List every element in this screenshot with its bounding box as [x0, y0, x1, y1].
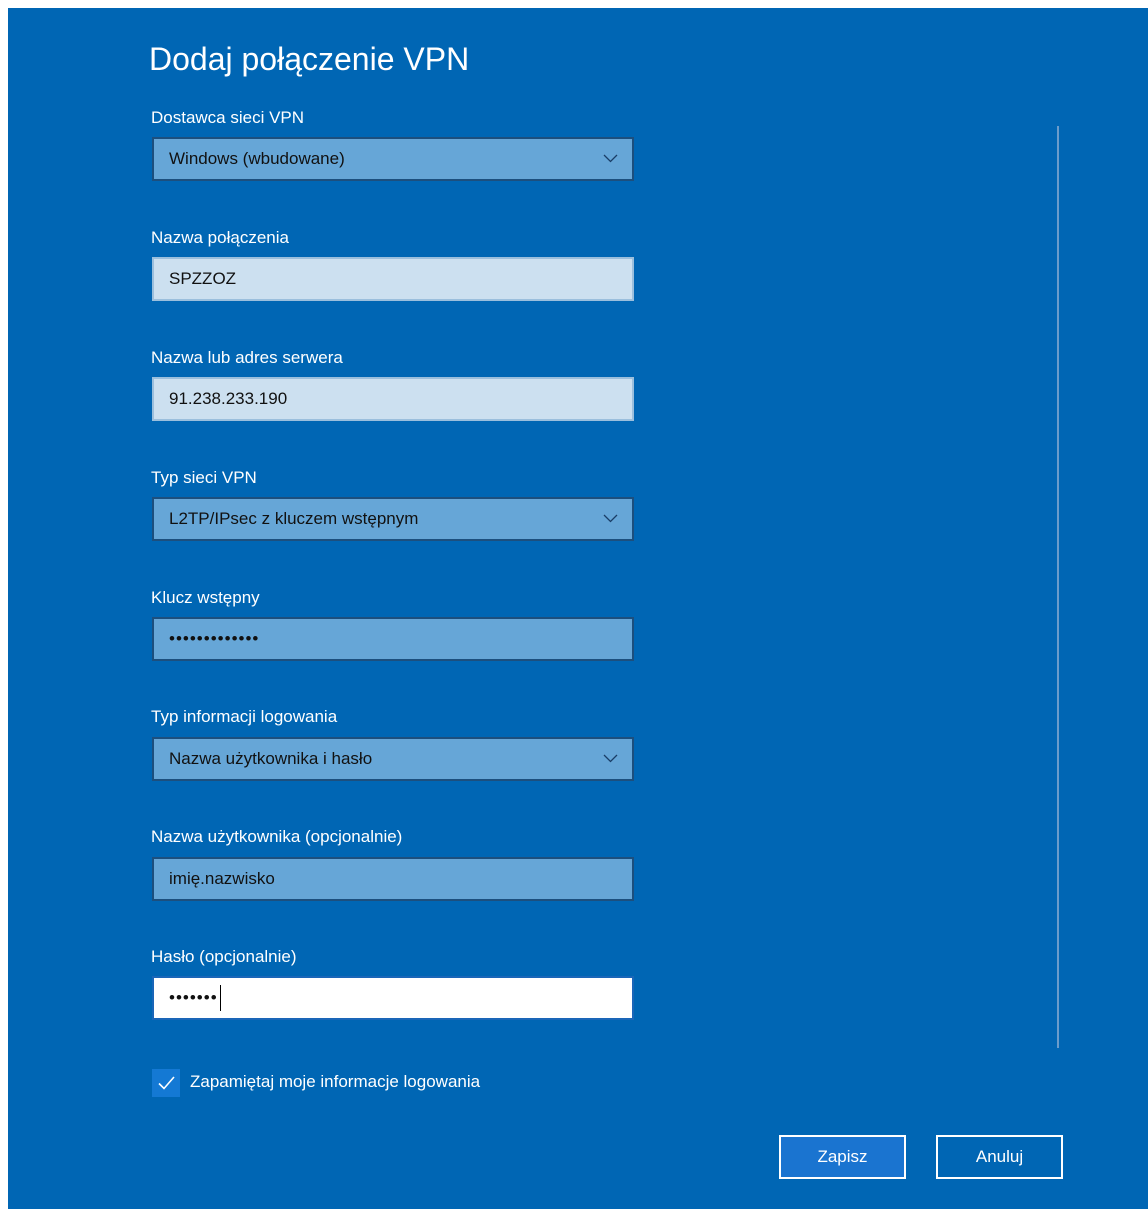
remember-checkbox[interactable] — [152, 1069, 180, 1097]
username-label: Nazwa użytkownika (opcjonalnie) — [151, 827, 403, 846]
password-value: ••••••• — [169, 988, 218, 1007]
password-label: Hasło (opcjonalnie) — [151, 947, 297, 966]
server-address-input[interactable]: 91.238.233.190 — [152, 377, 634, 421]
chevron-down-icon — [603, 754, 618, 763]
vpn-type-label: Typ sieci VPN — [151, 468, 257, 487]
signin-type-label: Typ informacji logowania — [151, 707, 338, 726]
add-vpn-dialog: Dodaj połączenie VPN Dostawca sieci VPN … — [8, 8, 1148, 1209]
remember-label[interactable]: Zapamiętaj moje informacje logowania — [190, 1072, 480, 1092]
save-button[interactable]: Zapisz — [779, 1135, 906, 1179]
username-input[interactable]: imię.nazwisko — [152, 857, 634, 901]
dialog-title: Dodaj połączenie VPN — [149, 41, 470, 77]
chevron-down-icon — [603, 514, 618, 523]
provider-label: Dostawca sieci VPN — [151, 108, 305, 127]
provider-value: Windows (wbudowane) — [169, 149, 345, 168]
preshared-key-value: ••••••••••••• — [169, 629, 260, 648]
server-label: Nazwa lub adres serwera — [151, 348, 343, 367]
checkmark-icon — [158, 1076, 175, 1090]
connection-name-input[interactable]: SPZZOZ — [152, 257, 634, 301]
vpn-type-dropdown[interactable]: L2TP/IPsec z kluczem wstępnym — [152, 497, 634, 541]
cancel-button[interactable]: Anuluj — [936, 1135, 1063, 1179]
connection-name-label: Nazwa połączenia — [151, 228, 289, 247]
connection-name-value: SPZZOZ — [169, 269, 237, 288]
signin-type-dropdown[interactable]: Nazwa użytkownika i hasło — [152, 737, 634, 781]
vpn-type-value: L2TP/IPsec z kluczem wstępnym — [169, 509, 419, 528]
preshared-key-input[interactable]: ••••••••••••• — [152, 617, 634, 661]
chevron-down-icon — [603, 154, 618, 163]
scrollbar[interactable] — [1057, 126, 1059, 1048]
provider-dropdown[interactable]: Windows (wbudowane) — [152, 137, 634, 181]
signin-type-value: Nazwa użytkownika i hasło — [169, 749, 373, 768]
username-value: imię.nazwisko — [169, 869, 275, 888]
password-input[interactable]: ••••••• — [152, 976, 634, 1020]
server-address-value: 91.238.233.190 — [169, 389, 288, 408]
preshared-key-label: Klucz wstępny — [151, 588, 260, 607]
text-caret — [219, 985, 221, 1011]
